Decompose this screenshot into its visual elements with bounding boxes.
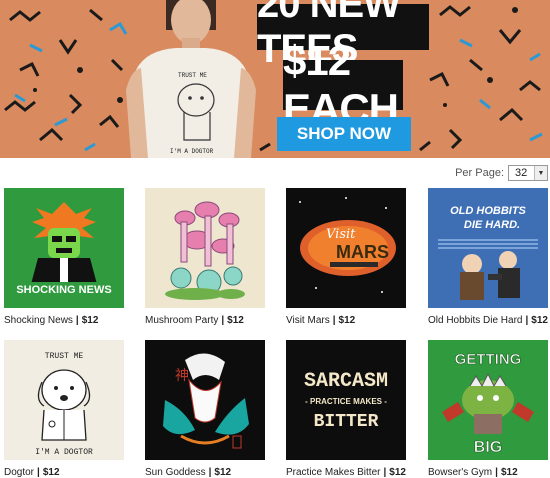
product-price: $12 xyxy=(42,467,60,478)
product-card[interactable]: SARCASM - PRACTICE MAKES - BITTER Practi… xyxy=(286,340,411,478)
product-image[interactable] xyxy=(145,188,265,308)
product-price: $12 xyxy=(389,467,406,478)
product-image[interactable]: Visit MARS xyxy=(286,188,406,308)
product-caption[interactable]: Visit Mars | $12 xyxy=(286,315,411,326)
product-card[interactable]: Visit MARS Visit Mars | $12 xyxy=(286,188,411,326)
caption-separator: | xyxy=(332,315,336,326)
product-image[interactable]: 神 xyxy=(145,340,265,460)
product-caption[interactable]: Bowser's Gym | $12 xyxy=(428,467,550,478)
product-caption[interactable]: Mushroom Party | $12 xyxy=(145,315,270,326)
product-card[interactable]: 神 Sun Goddess | $12 xyxy=(145,340,270,478)
art-text: OLD HOBBITS xyxy=(450,205,526,217)
product-caption[interactable]: Sun Goddess | $12 xyxy=(145,467,270,478)
product-caption[interactable]: Dogtor | $12 xyxy=(4,467,129,478)
product-price: $12 xyxy=(81,315,99,326)
product-card[interactable]: Mushroom Party | $12 xyxy=(145,188,270,326)
product-caption[interactable]: Old Hobbits Die Hard | $12 xyxy=(428,315,550,326)
art-text: SARCASM xyxy=(304,370,388,393)
product-card[interactable]: TRUST ME I'M A DOGTOR Dogtor | $12 xyxy=(4,340,129,478)
product-price: $12 xyxy=(338,315,356,326)
shirt-text-bottom: I'M A DOGTOR xyxy=(170,148,214,155)
product-name[interactable]: Old Hobbits Die Hard xyxy=(428,315,522,326)
product-name[interactable]: Practice Makes Bitter xyxy=(286,467,380,478)
product-caption[interactable]: Shocking News | $12 xyxy=(4,315,129,326)
product-image[interactable]: GETTING BIG xyxy=(428,340,548,460)
caption-separator: | xyxy=(383,467,387,478)
model-wearing-tee xyxy=(126,0,256,158)
art-text-2: BIG xyxy=(474,439,502,456)
caption-separator: | xyxy=(208,467,212,478)
product-name[interactable]: Bowser's Gym xyxy=(428,467,492,478)
art-text: TRUST ME xyxy=(45,352,84,361)
art-text-2: - PRACTICE MAKES - xyxy=(305,397,387,406)
per-page-label: Per Page: xyxy=(455,167,504,179)
product-card[interactable]: OLD HOBBITS DIE HARD. Old Hobbits Die Ha… xyxy=(428,188,550,326)
product-price: $12 xyxy=(227,315,244,326)
product-name[interactable]: Sun Goddess xyxy=(145,467,206,478)
art-text: Visit xyxy=(326,227,356,242)
art-text-3: BITTER xyxy=(314,412,379,432)
product-price: $12 xyxy=(214,467,232,478)
art-text-2: I'M A DOGTOR xyxy=(35,448,93,457)
art-text: GETTING xyxy=(455,351,522,368)
caption-separator: | xyxy=(221,315,225,326)
caption-separator: | xyxy=(37,467,40,478)
product-card[interactable]: SHOCKING NEWS Shocking News | $12 xyxy=(4,188,129,326)
shop-now-button[interactable]: SHOP NOW xyxy=(277,117,411,151)
dropdown-arrow-icon[interactable]: ▼ xyxy=(534,166,547,180)
product-name[interactable]: Visit Mars xyxy=(286,315,330,326)
product-card[interactable]: GETTING BIG Bowser's Gym | $12 xyxy=(428,340,550,478)
product-image[interactable]: OLD HOBBITS DIE HARD. xyxy=(428,188,548,308)
art-text-2: DIE HARD. xyxy=(464,219,520,231)
product-price: $12 xyxy=(500,467,518,478)
per-page-select[interactable]: 32 ▼ xyxy=(508,165,548,181)
art-text: SHOCKING NEWS xyxy=(16,284,111,296)
caption-separator: | xyxy=(495,467,498,478)
caption-separator: | xyxy=(525,315,529,326)
promo-banner[interactable]: TRUST ME I'M A DOGTOR 20 NEW TEES $12 EA… xyxy=(0,0,550,158)
svg-text:神: 神 xyxy=(175,368,189,384)
per-page-value: 32 xyxy=(515,167,528,179)
caption-separator: | xyxy=(75,315,79,326)
art-text-2: MARS xyxy=(336,242,389,262)
product-image[interactable]: SARCASM - PRACTICE MAKES - BITTER xyxy=(286,340,406,460)
shirt-text-top: TRUST ME xyxy=(178,72,207,79)
product-name[interactable]: Dogtor xyxy=(4,467,34,478)
product-price: $12 xyxy=(531,315,548,326)
product-image[interactable]: SHOCKING NEWS xyxy=(4,188,124,308)
product-caption[interactable]: Practice Makes Bitter | $12 xyxy=(286,467,411,478)
product-name[interactable]: Shocking News xyxy=(4,315,73,326)
banner-headline-2: $12 EACH xyxy=(283,37,403,132)
per-page-control: Per Page: 32 ▼ xyxy=(455,165,548,181)
product-image[interactable]: TRUST ME I'M A DOGTOR xyxy=(4,340,124,460)
product-name[interactable]: Mushroom Party xyxy=(145,315,218,326)
